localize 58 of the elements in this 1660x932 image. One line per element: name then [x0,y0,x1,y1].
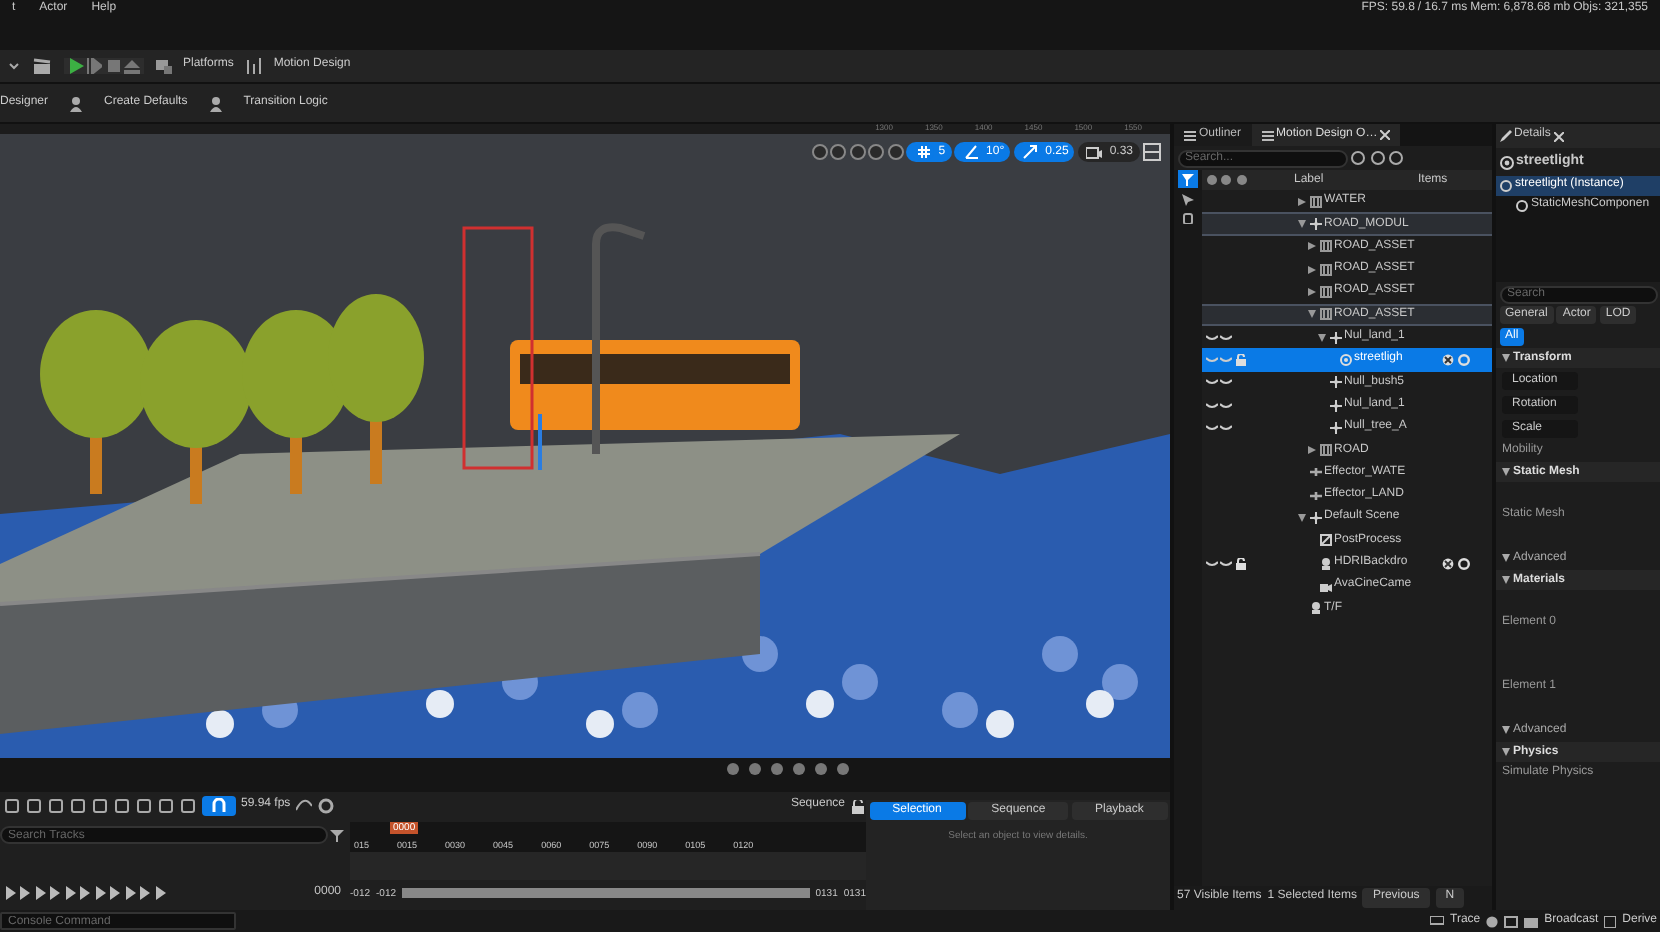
caret-down-icon[interactable] [1502,748,1510,757]
folder-icon [1319,263,1331,276]
magnet-icon [211,797,225,812]
curve-icon[interactable] [296,798,313,815]
caret-down-icon[interactable] [1298,220,1306,229]
list-icon [1184,129,1196,142]
caret-right-icon[interactable] [1308,288,1316,297]
person-icon[interactable] [207,95,224,111]
plus-icon [1309,489,1321,502]
pencil-icon [1499,130,1511,142]
folder-icon [1319,286,1331,299]
crosshair-icon [1329,376,1341,389]
eject-icon[interactable] [124,58,140,74]
caret-right-icon[interactable] [1308,446,1316,455]
stop-icon[interactable] [105,58,121,74]
play-icon[interactable] [78,886,90,901]
postprocess-icon [1319,534,1331,547]
caret-right-icon[interactable] [1298,197,1306,206]
list-icon [1261,129,1274,142]
caret-down-icon[interactable] [1502,354,1510,363]
play-icon[interactable] [67,58,83,74]
crosshair-icon [1329,399,1341,411]
angle-snap-icon [963,144,980,161]
close-icon[interactable] [1380,130,1391,141]
caret-down-icon[interactable] [1502,576,1510,585]
crosshair-icon [1309,218,1321,231]
motion-design-icon[interactable] [245,58,262,74]
caret-down-icon[interactable] [1298,513,1306,522]
plus-icon [1309,466,1321,479]
folder-icon [1319,308,1331,321]
caret-right-icon[interactable] [1308,265,1316,274]
cancel-icon[interactable] [1442,353,1454,366]
filter-icon[interactable] [1178,170,1198,189]
cancel-icon[interactable] [1442,557,1454,570]
folder-icon [1309,195,1321,208]
scroll-bar[interactable] [402,888,810,899]
crosshair-icon [1329,331,1341,344]
layout-icon[interactable] [1142,142,1162,163]
crosshair-icon [1329,421,1341,434]
folder-icon [1319,444,1331,457]
caret-down-icon[interactable] [1502,554,1510,563]
magnet-button[interactable] [201,795,235,817]
mesh-icon [1339,353,1351,366]
close-icon[interactable] [1553,131,1564,141]
platforms-icon[interactable] [155,58,171,74]
scale-snap-icon [1022,144,1039,161]
backdrop-icon [1319,557,1331,570]
backdrop-icon [1309,602,1321,615]
caret-right-icon[interactable] [1308,242,1316,251]
crosshair-icon [1309,511,1321,524]
caret-down-icon[interactable] [1318,333,1326,342]
caret-down-icon[interactable] [1502,468,1510,477]
folder-icon [1319,240,1331,253]
grid-snap-icon [915,144,932,161]
caret-icon[interactable] [8,60,20,72]
caret-down-icon[interactable] [1502,726,1510,735]
step-icon[interactable] [86,58,102,74]
caret-down-icon[interactable] [1308,310,1316,319]
